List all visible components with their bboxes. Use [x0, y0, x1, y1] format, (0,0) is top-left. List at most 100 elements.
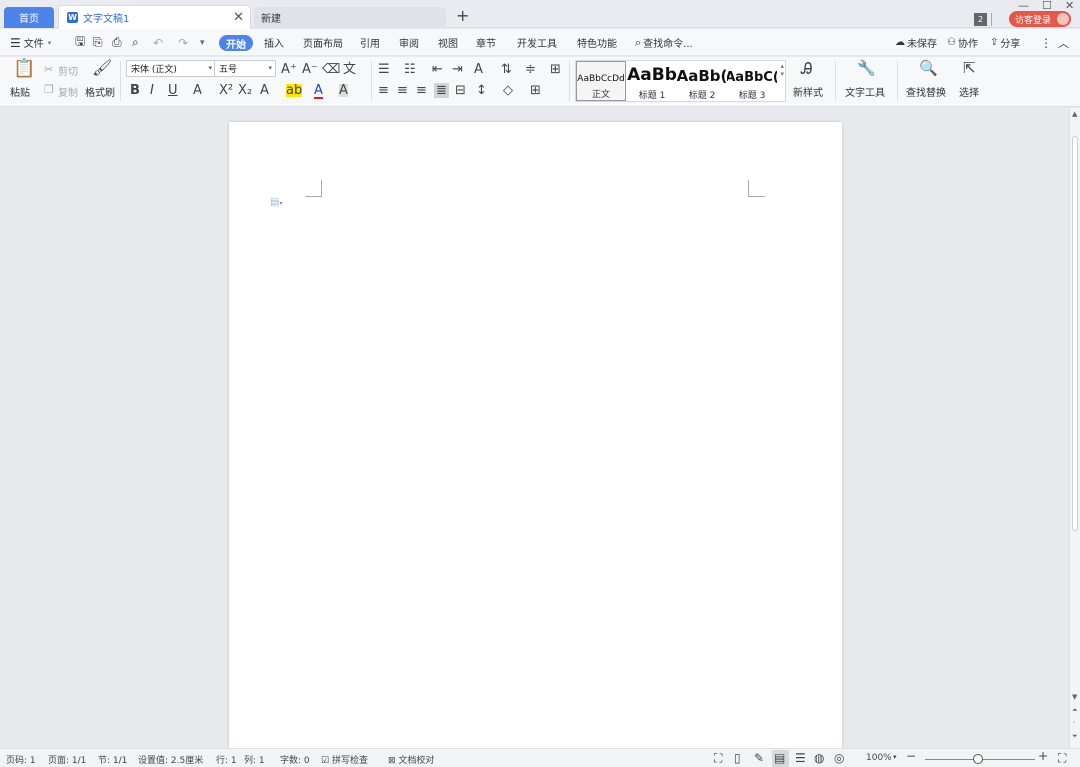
pen-icon[interactable]: ✎ — [754, 751, 764, 765]
word-count-status[interactable]: 字数: 0 — [280, 753, 310, 766]
justify-icon[interactable]: ≣ — [434, 83, 449, 98]
page-view-icon[interactable]: ▤ — [774, 751, 785, 765]
login-button[interactable]: 访客登录 — [1009, 11, 1071, 27]
prev-page-icon[interactable]: ⏶ — [1072, 706, 1078, 715]
style-normal[interactable]: AaBbCcDd 正文 — [576, 61, 626, 101]
menu-item-page-layout[interactable]: 页面布局 — [303, 29, 343, 56]
sort-icon[interactable]: ⇅ — [501, 63, 512, 76]
decrease-indent-icon[interactable]: ⇤ — [432, 63, 443, 76]
menu-item-chapter[interactable]: 章节 — [476, 29, 496, 56]
wrench-icon[interactable]: 🔧 — [857, 61, 876, 76]
web-view-icon[interactable]: ◍ — [814, 751, 824, 765]
cursor-icon[interactable]: ⇱ — [963, 61, 976, 76]
column-status[interactable]: 列: 1 — [244, 753, 265, 766]
copy-button[interactable]: 复制 — [58, 84, 78, 99]
share-button[interactable]: ⇪ 分享 — [990, 29, 1020, 56]
scroll-thumb[interactable] — [1072, 136, 1078, 531]
font-color-icon[interactable]: A — [314, 84, 323, 99]
align-right-icon[interactable]: ≡ — [416, 84, 427, 97]
undo-icon[interactable]: ↶ — [153, 29, 163, 56]
unsaved-status[interactable]: ☁ 未保存 — [895, 29, 937, 56]
shrink-font-icon[interactable]: A⁻ — [302, 63, 318, 76]
grow-font-icon[interactable]: A⁺ — [281, 63, 297, 76]
style-heading-3[interactable]: AaBbC(标题 3 — [727, 61, 777, 101]
print-icon[interactable]: ⎙ — [112, 29, 122, 56]
section-status[interactable]: 节: 1/1 — [98, 753, 127, 766]
show-marks-icon[interactable]: ⊞ — [550, 63, 561, 76]
document-proofread-button[interactable]: ⊠ 文档校对 — [388, 753, 434, 766]
styles-scroll-icon[interactable]: ▴ ▾ — [780, 62, 784, 78]
fit-page-icon[interactable]: ⛶ — [1058, 751, 1066, 766]
setting-value-status[interactable]: 设置值: 2.5厘米 — [138, 753, 203, 766]
zoom-slider-knob[interactable] — [973, 754, 983, 764]
menu-item-insert[interactable]: 插入 — [264, 29, 284, 56]
new-style-icon[interactable]: Ꭿ — [801, 61, 813, 77]
increase-indent-icon[interactable]: ⇥ — [452, 63, 463, 76]
strikethrough-icon[interactable]: A — [193, 84, 202, 97]
scroll-down-icon[interactable]: ▼ — [1072, 693, 1077, 701]
paragraph-spacing-icon[interactable]: ≑ — [525, 63, 536, 76]
print-preview-icon[interactable]: ⌕ — [132, 29, 139, 56]
paste-button[interactable]: 粘贴 — [10, 84, 30, 99]
line-spacing-icon[interactable]: ↕ — [476, 84, 487, 97]
vertical-scrollbar[interactable]: ▲ ▼ ⏶ ◦ ⏷ — [1069, 108, 1080, 748]
menu-item-view[interactable]: 视图 — [438, 29, 458, 56]
font-size-select[interactable]: 五号 ▾ — [214, 60, 276, 77]
bullet-list-icon[interactable]: ☰ — [378, 63, 390, 76]
more-options-icon[interactable]: ⋮ — [1040, 29, 1052, 56]
align-center-icon[interactable]: ≡ — [397, 84, 408, 97]
scroll-up-icon[interactable]: ▲ — [1072, 110, 1077, 118]
numbered-list-icon[interactable]: ☷ — [404, 63, 416, 76]
row-status[interactable]: 行: 1 — [216, 753, 237, 766]
bold-icon[interactable]: B — [130, 84, 140, 97]
collapse-ribbon-icon[interactable]: ︿ — [1058, 29, 1069, 56]
customize-toolbar-icon[interactable]: ▾ — [200, 29, 205, 56]
file-menu[interactable]: ☰ 文件 ▾ — [10, 29, 51, 56]
align-left-icon[interactable]: ≡ — [378, 84, 389, 97]
zoom-out-icon[interactable]: − — [906, 749, 916, 763]
fullscreen-icon[interactable]: ⛶ — [714, 751, 722, 766]
read-mode-icon[interactable]: ▯ — [734, 751, 741, 765]
zoom-in-icon[interactable]: + — [1038, 749, 1048, 763]
outline-view-icon[interactable]: ☰ — [795, 751, 806, 765]
new-style-button[interactable]: 新样式 — [793, 84, 823, 99]
paragraph-options-icon[interactable]: ▤▾ — [270, 197, 282, 208]
tab-document[interactable]: W 文字文稿1 ✕ — [58, 5, 251, 29]
highlight-icon[interactable]: ab — [286, 84, 303, 97]
window-count-badge[interactable]: 2 — [974, 13, 987, 26]
menu-item-review[interactable]: 审阅 — [399, 29, 419, 56]
copy-icon[interactable]: ❐ — [44, 83, 54, 96]
add-tab-icon[interactable]: + — [456, 6, 469, 25]
font-name-select[interactable]: 宋体 (正文) ▾ — [126, 60, 216, 77]
underline-icon[interactable]: U — [168, 84, 178, 97]
collaborate-button[interactable]: ⚇ 协作 — [947, 29, 978, 56]
export-pdf-icon[interactable]: ⎘ — [93, 29, 103, 56]
clear-format-icon[interactable]: ⌫ — [322, 63, 340, 76]
maximize-icon[interactable]: ☐ — [1042, 0, 1052, 12]
menu-item-features[interactable]: 特色功能 — [577, 29, 617, 56]
search-command[interactable]: ⌕ 查找命令... — [635, 29, 693, 56]
close-tab-icon[interactable]: ✕ — [233, 10, 244, 25]
tab-home[interactable]: 首页 — [4, 7, 54, 28]
page-number-status[interactable]: 页码: 1 — [6, 753, 36, 766]
pages-status[interactable]: 页面: 1/1 — [48, 753, 86, 766]
borders-icon[interactable]: ⊞ — [530, 84, 541, 97]
close-window-icon[interactable]: ✕ — [1065, 0, 1074, 12]
cut-icon[interactable]: ✂ — [44, 63, 53, 76]
find-replace-button[interactable]: 查找替换 — [906, 84, 946, 99]
select-button[interactable]: 选择 — [959, 84, 979, 99]
menu-item-developer[interactable]: 开发工具 — [517, 29, 557, 56]
text-direction-icon[interactable]: A — [474, 63, 483, 76]
select-browse-object-icon[interactable]: ◦ — [1072, 719, 1076, 727]
save-icon[interactable]: 🖫 — [75, 29, 85, 56]
chevron-down-icon[interactable]: ▾ — [893, 753, 897, 761]
pinyin-guide-icon[interactable]: 文 — [343, 63, 356, 76]
paste-icon[interactable]: 📋 — [13, 60, 35, 78]
format-painter-icon[interactable]: 🖌 — [92, 60, 112, 76]
text-effect-icon[interactable]: A — [260, 84, 269, 97]
tab-new[interactable]: 新建 — [254, 7, 446, 28]
text-tools-button[interactable]: 文字工具 — [845, 84, 885, 99]
menu-item-start[interactable]: 开始 — [219, 35, 253, 51]
style-heading-1[interactable]: AaBb 标题 1 — [627, 61, 677, 101]
cut-button[interactable]: 剪切 — [58, 63, 78, 78]
